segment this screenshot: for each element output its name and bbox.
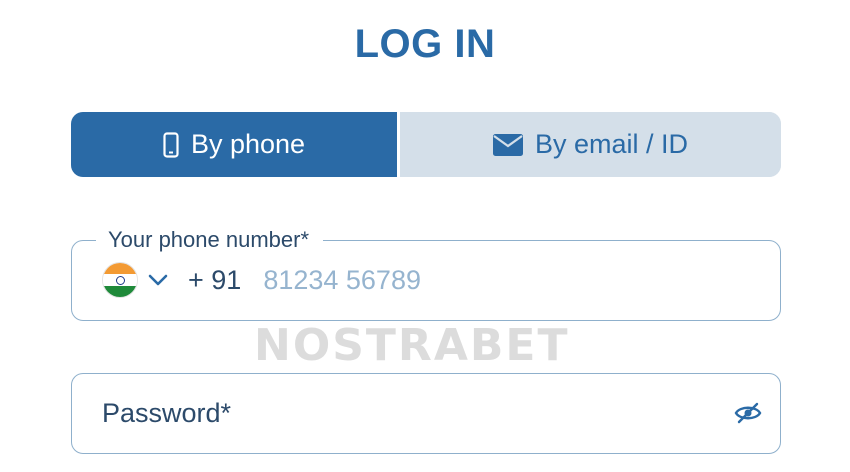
phone-input-row: + 91 <box>102 241 644 319</box>
tab-by-email[interactable]: By email / ID <box>400 112 781 177</box>
eye-hidden-icon[interactable] <box>734 401 762 425</box>
phone-number-field: Your phone number* + 91 <box>71 226 781 321</box>
page-title: LOG IN <box>354 22 496 66</box>
tab-by-phone[interactable]: By phone <box>71 112 397 177</box>
watermark-logo: NOSTRABET <box>254 320 570 371</box>
login-method-tabs: By phone By email / ID <box>71 112 781 177</box>
phone-input[interactable] <box>263 264 644 296</box>
password-field <box>71 373 781 454</box>
envelope-icon <box>492 133 523 156</box>
country-dial-code: + 91 <box>188 264 242 295</box>
chevron-down-icon[interactable] <box>148 274 168 286</box>
smartphone-icon <box>163 131 179 158</box>
tab-by-email-label: By email / ID <box>534 129 689 159</box>
tab-by-phone-label: By phone <box>190 129 306 159</box>
india-flag-icon[interactable] <box>102 262 138 298</box>
password-input[interactable] <box>102 374 662 452</box>
